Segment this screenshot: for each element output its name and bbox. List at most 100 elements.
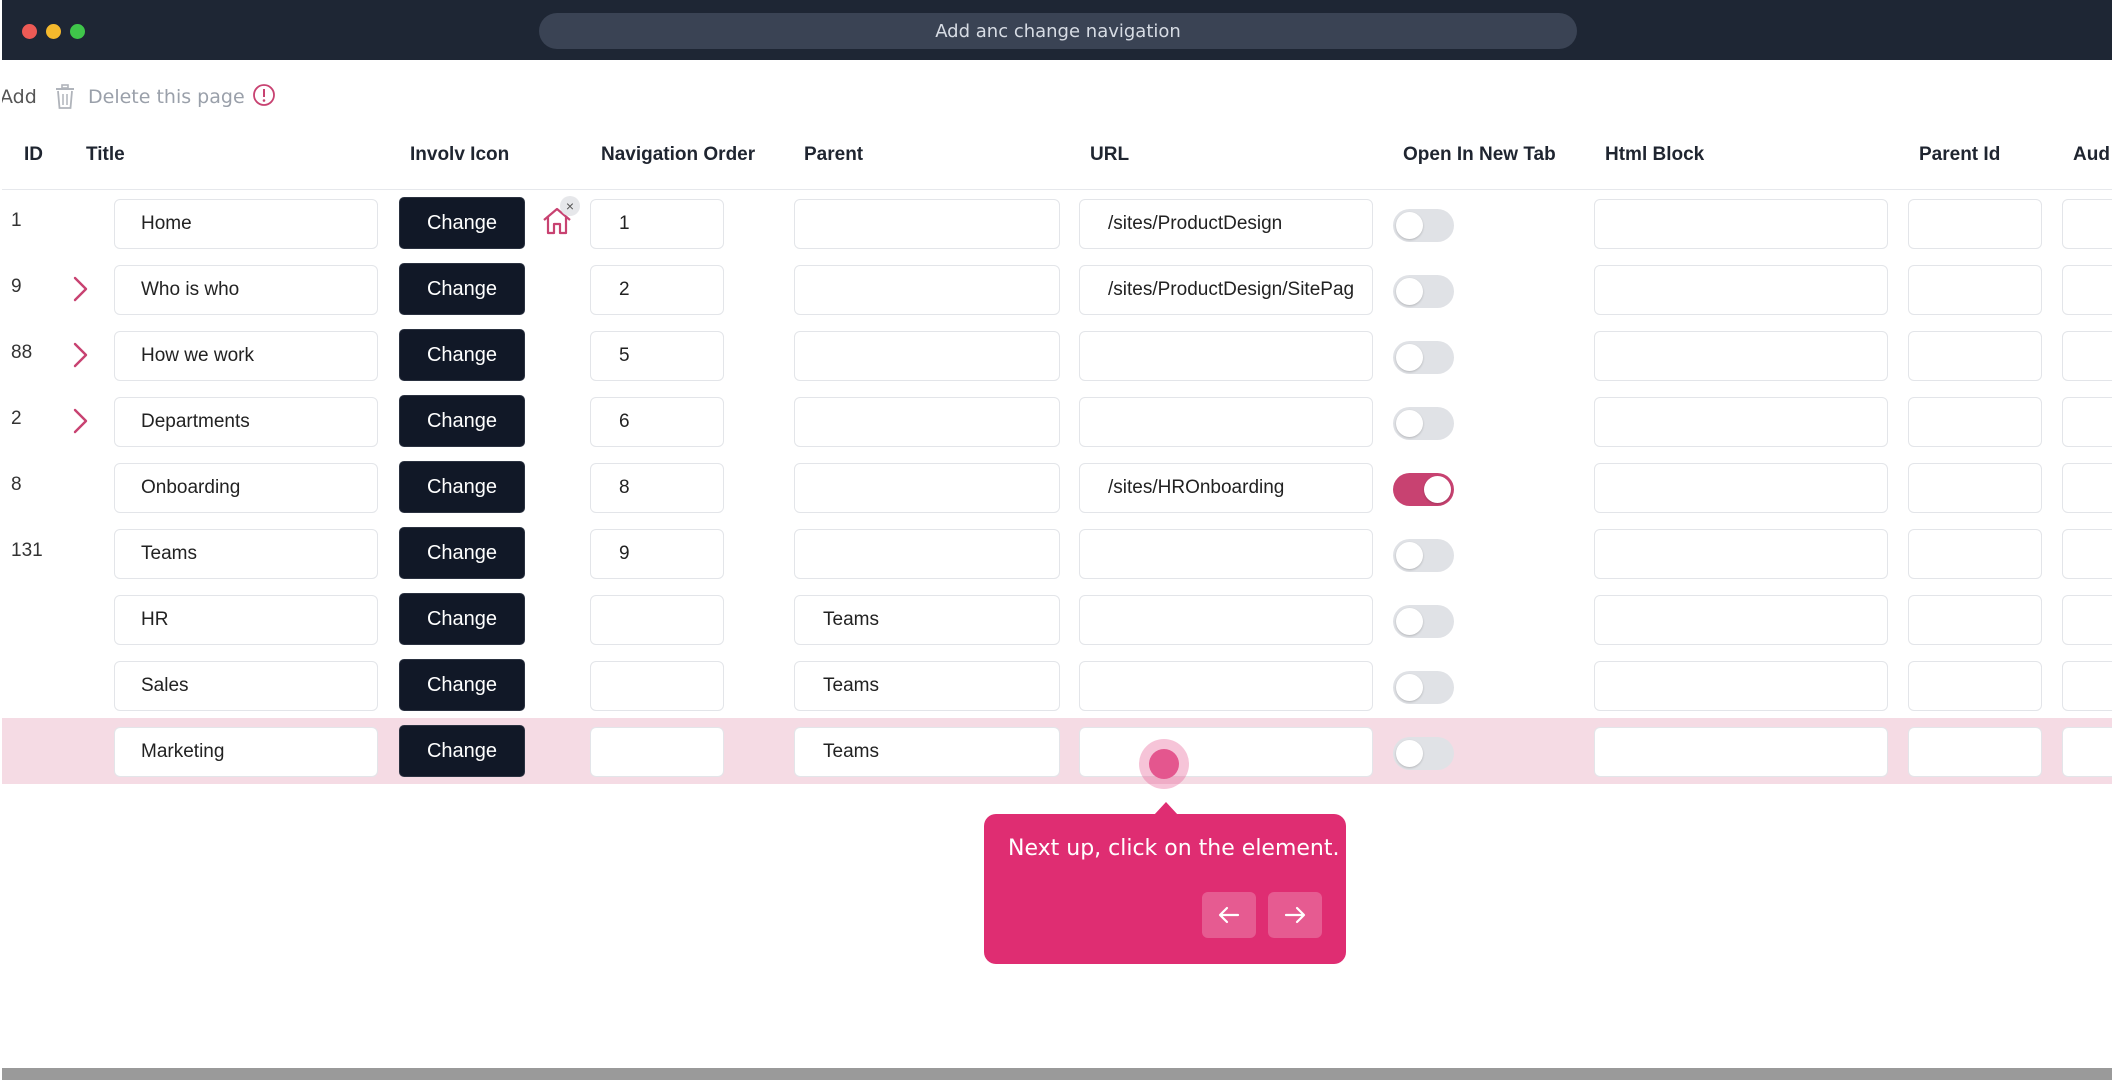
close-window-button[interactable] bbox=[22, 24, 37, 39]
audience-input[interactable] bbox=[2062, 463, 2112, 513]
html-block-input[interactable] bbox=[1594, 397, 1888, 447]
parent-input[interactable] bbox=[794, 529, 1060, 579]
open-in-new-tab-toggle[interactable] bbox=[1393, 275, 1454, 308]
parent-input[interactable] bbox=[794, 463, 1060, 513]
title-input[interactable]: Sales bbox=[114, 661, 378, 711]
expand-chevron-icon[interactable] bbox=[72, 406, 90, 436]
open-in-new-tab-toggle[interactable] bbox=[1393, 407, 1454, 440]
url-input[interactable]: /sites/ProductDesign bbox=[1079, 199, 1373, 249]
trash-icon[interactable] bbox=[54, 84, 76, 110]
audience-input[interactable] bbox=[2062, 529, 2112, 579]
change-icon-button[interactable]: Change bbox=[399, 395, 525, 447]
change-icon-button[interactable]: Change bbox=[399, 197, 525, 249]
url-input[interactable] bbox=[1079, 529, 1373, 579]
table-row: 131 Teams Change 9 bbox=[2, 520, 2112, 586]
expand-chevron-icon[interactable] bbox=[72, 340, 90, 370]
title-input[interactable]: Marketing bbox=[114, 727, 378, 777]
expand-chevron-icon[interactable] bbox=[72, 274, 90, 304]
html-block-input[interactable] bbox=[1594, 661, 1888, 711]
minimize-window-button[interactable] bbox=[46, 24, 61, 39]
navigation-order-input[interactable]: 5 bbox=[590, 331, 724, 381]
change-icon-button[interactable]: Change bbox=[399, 329, 525, 381]
audience-input[interactable] bbox=[2062, 265, 2112, 315]
parent-id-input[interactable] bbox=[1908, 199, 2042, 249]
parent-id-input[interactable] bbox=[1908, 661, 2042, 711]
change-icon-button[interactable]: Change bbox=[399, 725, 525, 777]
delete-page-button[interactable]: Delete this page bbox=[88, 86, 245, 108]
html-block-input[interactable] bbox=[1594, 265, 1888, 315]
parent-id-input[interactable] bbox=[1908, 463, 2042, 513]
horizontal-scrollbar[interactable] bbox=[2, 1068, 2112, 1080]
change-icon-button[interactable]: Change bbox=[399, 263, 525, 315]
parent-id-input[interactable] bbox=[1908, 727, 2042, 777]
audience-input[interactable] bbox=[2062, 397, 2112, 447]
audience-input[interactable] bbox=[2062, 595, 2112, 645]
hotspot-beacon[interactable] bbox=[1149, 749, 1179, 779]
parent-input[interactable]: Teams bbox=[794, 661, 1060, 711]
title-input[interactable]: Who is who bbox=[114, 265, 378, 315]
open-in-new-tab-toggle[interactable] bbox=[1393, 539, 1454, 572]
title-input[interactable]: How we work bbox=[114, 331, 378, 381]
table-row: Marketing Change Teams bbox=[2, 718, 2112, 784]
html-block-input[interactable] bbox=[1594, 463, 1888, 513]
navigation-order-input[interactable]: 6 bbox=[590, 397, 724, 447]
parent-id-input[interactable] bbox=[1908, 397, 2042, 447]
change-icon-button[interactable]: Change bbox=[399, 593, 525, 645]
navigation-order-input[interactable]: 9 bbox=[590, 529, 724, 579]
open-in-new-tab-toggle[interactable] bbox=[1393, 737, 1454, 770]
change-icon-button[interactable]: Change bbox=[399, 527, 525, 579]
title-input[interactable]: Home bbox=[114, 199, 378, 249]
parent-input[interactable] bbox=[794, 397, 1060, 447]
open-in-new-tab-toggle[interactable] bbox=[1393, 341, 1454, 374]
navigation-order-input[interactable] bbox=[590, 727, 724, 777]
title-input[interactable]: Onboarding bbox=[114, 463, 378, 513]
navigation-order-input[interactable]: 2 bbox=[590, 265, 724, 315]
parent-id-input[interactable] bbox=[1908, 529, 2042, 579]
html-block-input[interactable] bbox=[1594, 727, 1888, 777]
table-row: Sales Change Teams bbox=[2, 652, 2112, 718]
parent-input[interactable] bbox=[794, 331, 1060, 381]
url-input[interactable] bbox=[1079, 331, 1373, 381]
html-block-input[interactable] bbox=[1594, 529, 1888, 579]
audience-input[interactable] bbox=[2062, 331, 2112, 381]
url-input[interactable] bbox=[1079, 727, 1373, 777]
parent-input[interactable]: Teams bbox=[794, 595, 1060, 645]
tooltip-previous-button[interactable] bbox=[1202, 892, 1256, 938]
open-in-new-tab-toggle[interactable] bbox=[1393, 209, 1454, 242]
navigation-order-input[interactable] bbox=[590, 595, 724, 645]
parent-input[interactable] bbox=[794, 265, 1060, 315]
url-input[interactable] bbox=[1079, 595, 1373, 645]
navigation-order-input[interactable]: 8 bbox=[590, 463, 724, 513]
navigation-order-input[interactable] bbox=[590, 661, 724, 711]
html-block-input[interactable] bbox=[1594, 595, 1888, 645]
parent-id-input[interactable] bbox=[1908, 595, 2042, 645]
title-input[interactable]: Teams bbox=[114, 529, 378, 579]
audience-input[interactable] bbox=[2062, 199, 2112, 249]
parent-input[interactable] bbox=[794, 199, 1060, 249]
address-bar[interactable]: Add anc change navigation bbox=[539, 13, 1577, 49]
audience-input[interactable] bbox=[2062, 661, 2112, 711]
audience-input[interactable] bbox=[2062, 727, 2112, 777]
change-icon-button[interactable]: Change bbox=[399, 659, 525, 711]
url-input[interactable] bbox=[1079, 397, 1373, 447]
title-input[interactable]: Departments bbox=[114, 397, 378, 447]
maximize-window-button[interactable] bbox=[70, 24, 85, 39]
url-input[interactable] bbox=[1079, 661, 1373, 711]
tooltip-next-button[interactable] bbox=[1268, 892, 1322, 938]
url-input[interactable]: /sites/HROnboarding bbox=[1079, 463, 1373, 513]
info-icon[interactable] bbox=[252, 83, 276, 107]
open-in-new-tab-toggle[interactable] bbox=[1393, 473, 1454, 506]
parent-id-input[interactable] bbox=[1908, 265, 2042, 315]
open-in-new-tab-toggle[interactable] bbox=[1393, 671, 1454, 704]
change-icon-button[interactable]: Change bbox=[399, 461, 525, 513]
title-input[interactable]: HR bbox=[114, 595, 378, 645]
url-input[interactable]: /sites/ProductDesign/SitePag bbox=[1079, 265, 1373, 315]
open-in-new-tab-toggle[interactable] bbox=[1393, 605, 1454, 638]
remove-icon-button[interactable]: × bbox=[560, 196, 580, 216]
add-button[interactable]: Add bbox=[2, 86, 37, 108]
html-block-input[interactable] bbox=[1594, 199, 1888, 249]
html-block-input[interactable] bbox=[1594, 331, 1888, 381]
parent-id-input[interactable] bbox=[1908, 331, 2042, 381]
parent-input[interactable]: Teams bbox=[794, 727, 1060, 777]
navigation-order-input[interactable]: 1 bbox=[590, 199, 724, 249]
